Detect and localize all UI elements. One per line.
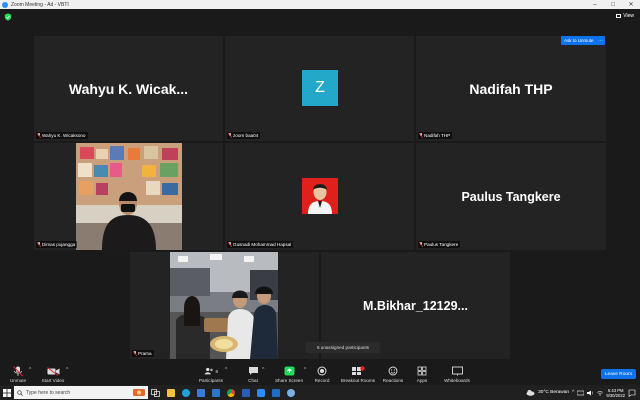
video-tile-zoom[interactable]: Z zoom baa04 — [225, 36, 414, 141]
muted-mic-icon — [37, 242, 41, 247]
edge-icon[interactable] — [178, 385, 193, 400]
settings-icon[interactable] — [283, 385, 298, 400]
participants-icon — [204, 367, 213, 375]
smiley-icon — [388, 366, 398, 376]
participant-name-label: Wahyu K. Wicaksono — [36, 132, 88, 139]
more-options-button[interactable]: ⋯ — [596, 36, 605, 45]
participant-name-label: zoom baa04 — [227, 132, 261, 139]
video-tile-dimas[interactable]: Dimas pujangga — [34, 143, 223, 250]
zoom-window: Zoom Meeting - Ad - VBTI – □ ✕ View Wahy… — [0, 0, 640, 400]
video-tile-paulus[interactable]: Paulus Tangkere Paulus Tangkere — [416, 143, 606, 250]
file-explorer-icon[interactable] — [163, 385, 178, 400]
video-off-icon — [46, 366, 59, 376]
muted-mic-icon — [13, 365, 23, 376]
breakout-rooms-icon — [352, 366, 365, 375]
zoom-logo-icon — [2, 1, 8, 8]
minimize-button[interactable]: – — [586, 0, 604, 9]
video-tile-prama[interactable]: Prama — [130, 252, 319, 359]
muted-mic-icon — [133, 351, 137, 356]
title-bar: Zoom Meeting - Ad - VBTI – □ ✕ — [0, 0, 640, 9]
record-button[interactable]: Record — [312, 362, 332, 385]
chat-options-caret[interactable]: ^ — [262, 367, 264, 373]
meeting-toolbar: Unmute ^ Start Video ^ 8 Participants ^ … — [0, 362, 640, 385]
participant-name-label: Dimas pujangga — [36, 241, 78, 248]
meeting-top-bar: View — [0, 9, 640, 26]
whiteboard-icon — [451, 366, 463, 376]
unmute-button[interactable]: Unmute — [6, 362, 30, 385]
participant-name-label: Nadifah THP — [418, 132, 453, 139]
task-view-icon[interactable] — [148, 385, 163, 400]
participant-video — [76, 143, 182, 250]
weather-text[interactable]: 30°C Berawan — [538, 390, 569, 395]
apps-icon — [417, 366, 427, 376]
wifi-icon[interactable] — [597, 390, 604, 396]
record-icon — [317, 366, 327, 376]
participant-display-name: Nadifah THP — [469, 80, 553, 97]
search-icon — [17, 389, 23, 396]
start-video-button[interactable]: Start Video — [38, 362, 68, 385]
participant-display-name: Paulus Tangkere — [461, 189, 561, 204]
chat-icon — [248, 367, 258, 375]
mail-icon[interactable] — [208, 385, 223, 400]
taskbar-search-box[interactable]: Type here to search — [14, 386, 148, 399]
video-options-caret[interactable]: ^ — [66, 367, 68, 373]
avatar: Z — [302, 70, 338, 106]
participant-name-label: Prama — [132, 350, 154, 357]
outlook-icon[interactable] — [268, 385, 283, 400]
video-tile-gusnadi[interactable]: Gusnadi Mohammad Hapsal — [225, 143, 414, 250]
window-title: Zoom Meeting - Ad - VBTI — [11, 1, 69, 8]
video-tile-nadifah[interactable]: Nadifah THP Nadifah THP — [416, 36, 606, 141]
profile-picture — [302, 178, 338, 214]
shield-icon[interactable] — [4, 13, 12, 21]
muted-mic-icon — [228, 133, 232, 138]
maximize-button[interactable]: □ — [604, 0, 622, 9]
chat-button[interactable]: Chat — [244, 362, 262, 385]
breakout-rooms-button[interactable]: Breakout Rooms — [339, 362, 377, 385]
notifications-icon[interactable] — [628, 389, 636, 397]
reactions-button[interactable]: Reactions — [381, 362, 405, 385]
participants-button[interactable]: 8 Participants — [197, 362, 225, 385]
chrome-icon[interactable] — [223, 385, 238, 400]
share-screen-button[interactable]: Share Screen — [274, 362, 304, 385]
muted-mic-icon — [37, 133, 41, 138]
share-options-caret[interactable]: ^ — [304, 367, 306, 373]
network-icon[interactable] — [577, 390, 585, 396]
ask-to-unmute-button[interactable]: Ask to Unmute — [561, 36, 597, 45]
whiteboards-button[interactable]: Whiteboards — [442, 362, 472, 385]
start-button[interactable] — [0, 385, 14, 400]
word-icon[interactable] — [238, 385, 253, 400]
participant-display-name: Wahyu K. Wicak... — [68, 80, 189, 97]
participant-name-label: Paulus Tangkere — [418, 241, 461, 248]
system-tray: 30°C Berawan ^ 6:43 PM 9/30/2022 — [526, 385, 640, 400]
muted-mic-icon — [419, 242, 423, 247]
leave-room-button[interactable]: Leave Room — [601, 369, 636, 379]
participant-video — [170, 252, 278, 359]
participant-display-name: M.Bikhar_12129... — [363, 298, 468, 313]
close-button[interactable]: ✕ — [622, 0, 640, 9]
participant-name-label: Gusnadi Mohammad Hapsal — [227, 241, 294, 248]
volume-icon[interactable] — [587, 390, 594, 396]
windows-logo-icon — [3, 388, 11, 397]
unassigned-participants-banner[interactable]: 6 unassigned participants — [306, 342, 380, 353]
tray-overflow-icon[interactable]: ^ — [572, 390, 574, 395]
audio-options-caret[interactable]: ^ — [29, 367, 31, 373]
participant-count: 8 — [215, 368, 218, 374]
muted-mic-icon — [419, 133, 423, 138]
view-button[interactable]: View — [616, 13, 634, 19]
apps-button[interactable]: Apps — [414, 362, 430, 385]
store-icon[interactable] — [193, 385, 208, 400]
grid-view-icon — [616, 14, 622, 18]
muted-mic-icon — [228, 242, 232, 247]
share-screen-icon — [284, 366, 294, 376]
taskbar-clock[interactable]: 6:43 PM 9/30/2022 — [606, 388, 625, 398]
participants-options-caret[interactable]: ^ — [225, 367, 227, 373]
weather-cloud-icon — [526, 390, 535, 396]
video-tile-wahyu[interactable]: Wahyu K. Wicak... Wahyu K. Wicaksono — [34, 36, 223, 141]
search-highlight-icon — [133, 389, 145, 396]
windows-taskbar: Type here to search 30°C Berawan ^ 6:43 … — [0, 385, 640, 400]
zoom-taskbar-icon[interactable] — [253, 385, 268, 400]
